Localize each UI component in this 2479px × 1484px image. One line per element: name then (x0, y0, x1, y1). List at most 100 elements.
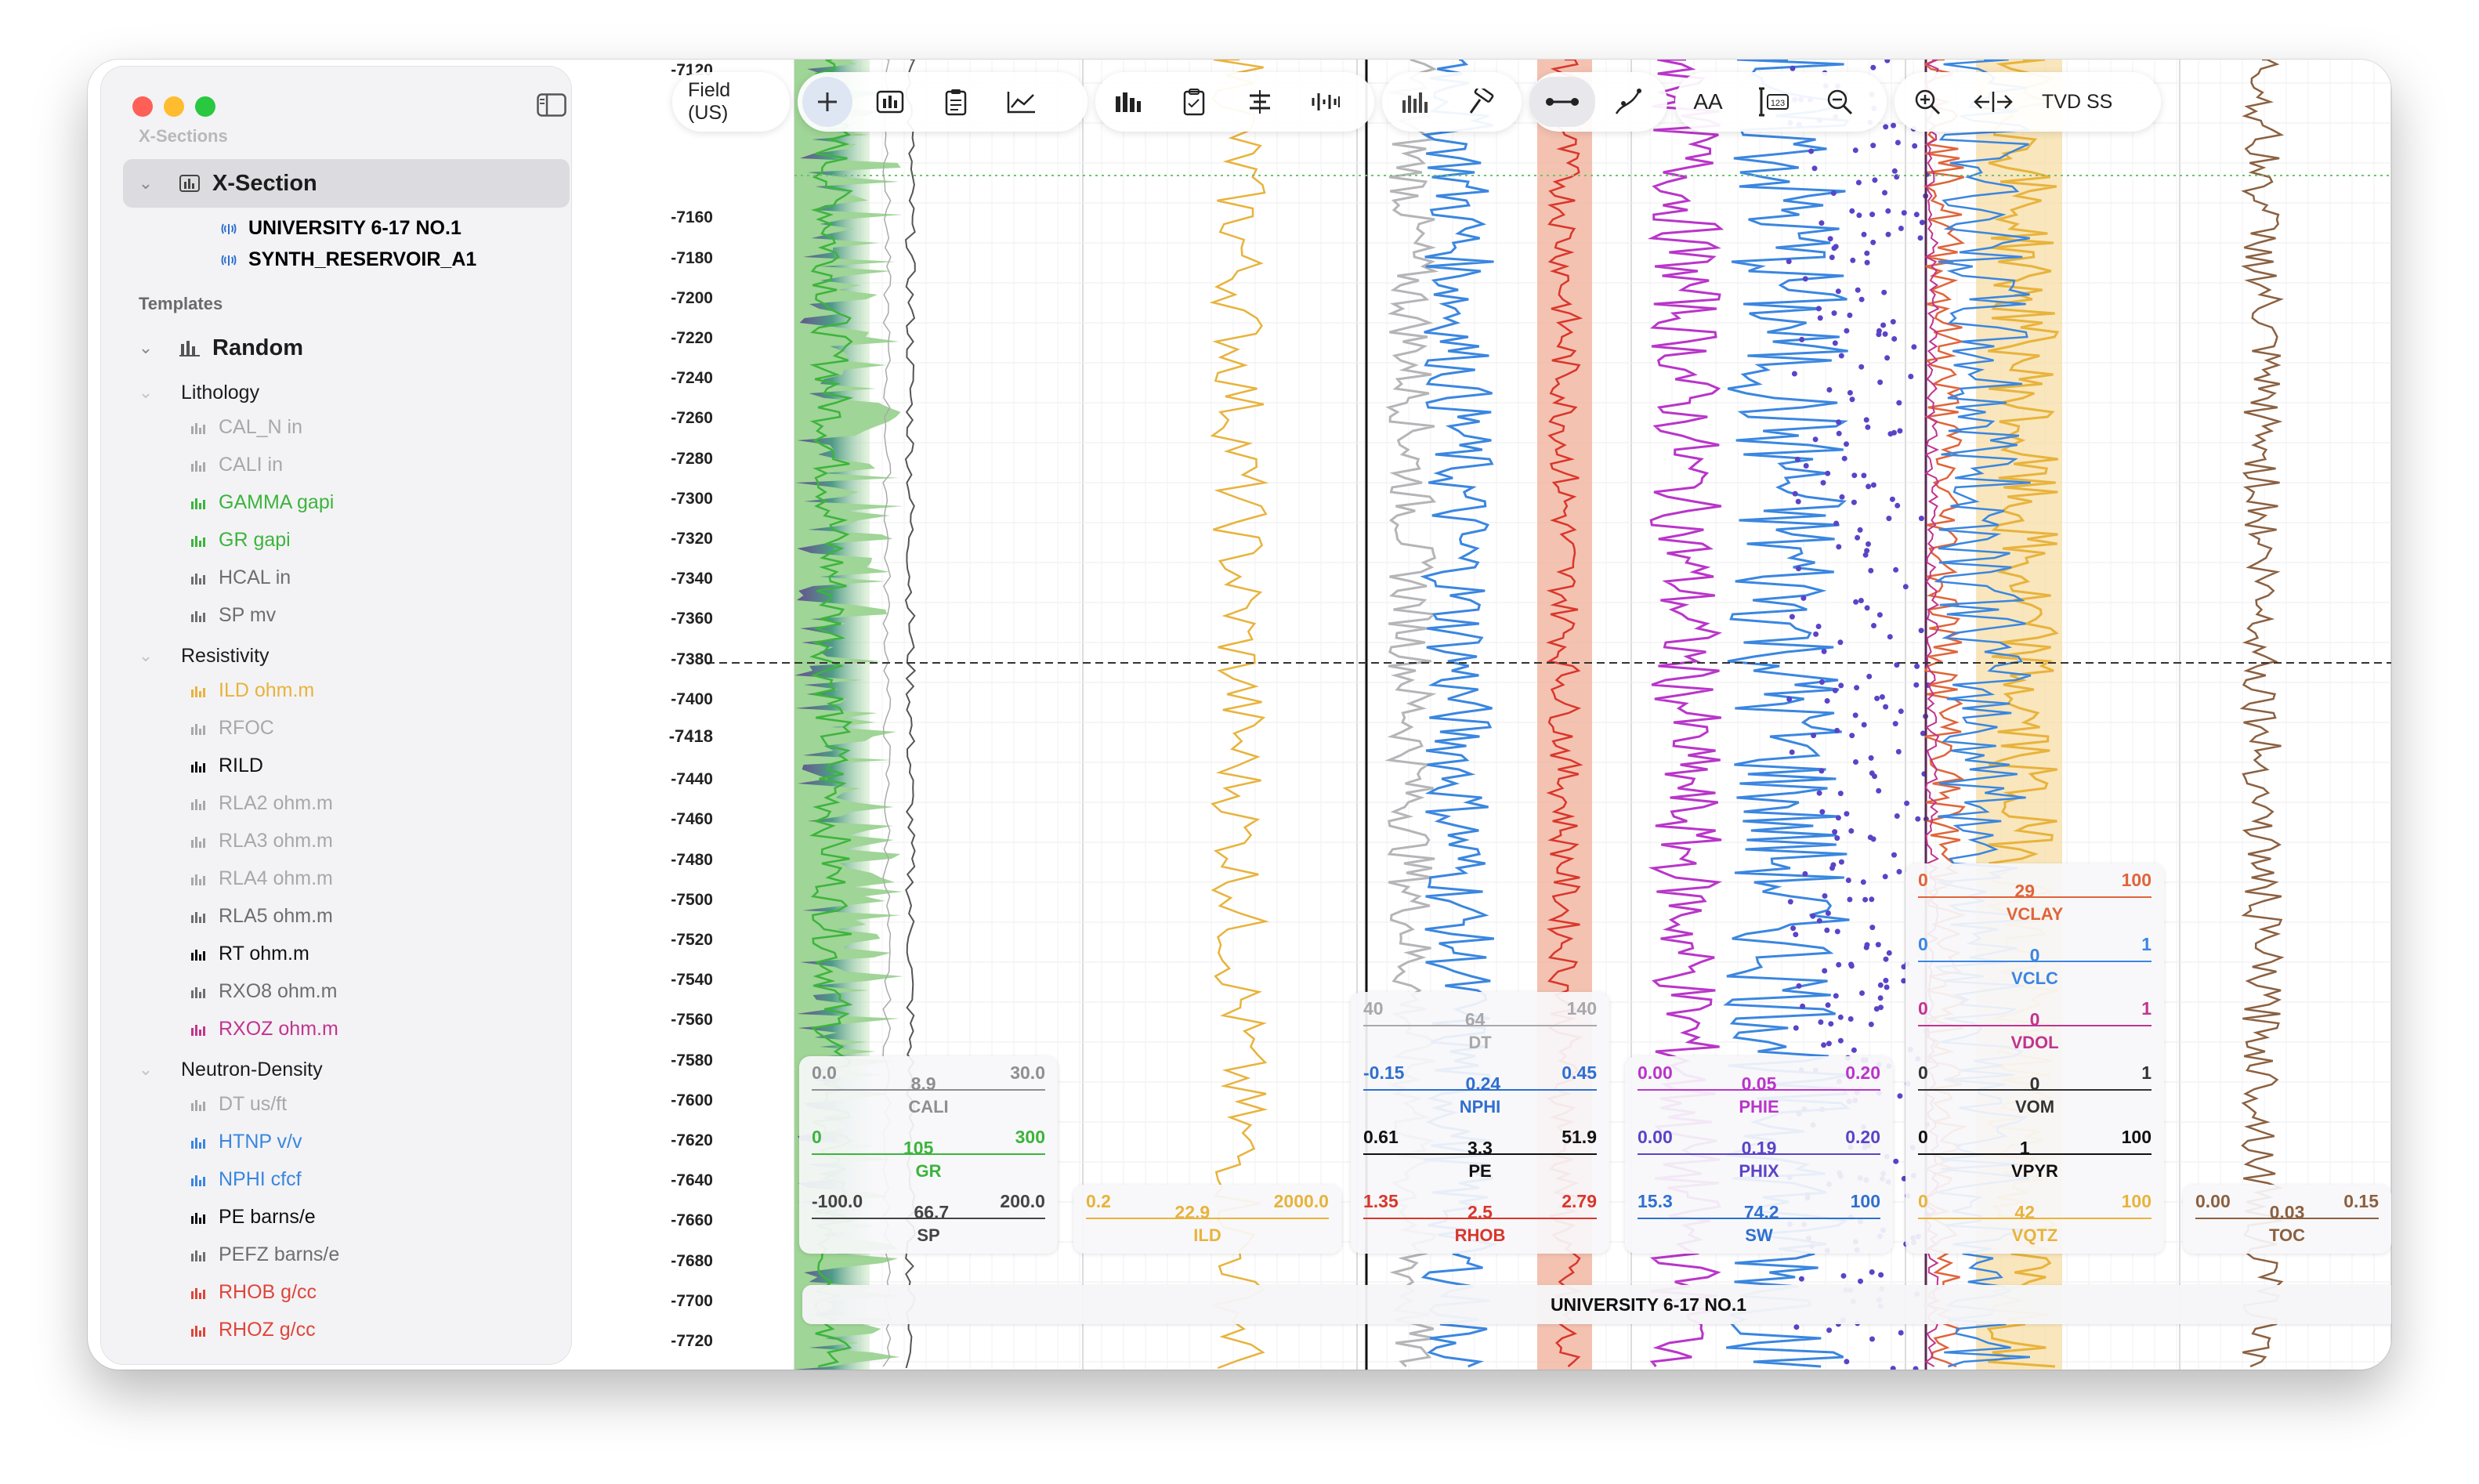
phix-point (1884, 984, 1890, 990)
curve-item[interactable]: RT ohm.m (190, 943, 309, 965)
phix-point (1887, 634, 1893, 640)
curve-item[interactable]: RLA2 ohm.m (190, 792, 333, 815)
line-segment-button[interactable] (1529, 77, 1595, 127)
sidebar-item-xsection[interactable]: ⌄ X-Section (123, 159, 570, 208)
curve-item[interactable]: RHOB g/cc (190, 1281, 317, 1304)
legend-row[interactable]: 1.35 2.5 2.79 RHOB (1363, 1185, 1597, 1249)
waveform-button[interactable] (1293, 77, 1359, 127)
curve-item[interactable]: ILD ohm.m (190, 679, 314, 702)
chevron-down-icon[interactable]: ⌄ (134, 646, 157, 666)
phix-point (1885, 208, 1891, 214)
curve-label: RLA2 ohm.m (219, 792, 333, 814)
stats-button[interactable] (1382, 77, 1448, 127)
legend-track2[interactable]: 0.2 22.9 2000.0 ILD (1073, 1185, 1341, 1254)
legend-track4[interactable]: 0.00 0.05 0.20 PHIE 0.00 0.19 0.20 PHIX 15.3 74.2… (1625, 1056, 1893, 1254)
sidebar-group-lithology[interactable]: ⌄ Lithology (123, 374, 570, 411)
log-plot-area[interactable]: -7120 -7160 -7180 -7200 -7220 -7240 -7260 -7280… (581, 60, 2391, 1370)
sidebar-group-resistivity[interactable]: ⌄ Resistivity (123, 637, 570, 675)
legend-row[interactable]: 0.00 0.05 0.20 PHIE (1638, 1056, 1880, 1120)
legend-row[interactable]: -100.0 66.7 200.0 SP (812, 1185, 1045, 1249)
report-button[interactable] (1161, 77, 1227, 127)
curve-icon (191, 949, 205, 961)
depth-mode-selector[interactable]: TVD SS (2026, 91, 2128, 114)
hammer-button[interactable] (1448, 77, 1514, 127)
minimize-window-button[interactable] (164, 96, 184, 117)
legend-track3[interactable]: 40 64 140 DT -0.15 0.24 0.45 NPHI 0.61 3.3 51.9 PE 1… (1351, 992, 1609, 1254)
curve-item[interactable]: RXO8 ohm.m (190, 980, 337, 1003)
legend-row[interactable]: 0 0 1 VCLC (1918, 928, 2151, 992)
legend-row[interactable]: 0 42 100 VQTZ (1918, 1185, 2151, 1249)
curve-item[interactable]: CALI in (190, 454, 283, 476)
expand-horizontal-button[interactable] (1960, 77, 2026, 127)
phix-point (1868, 567, 1874, 574)
curve-item[interactable]: PE barns/e (190, 1206, 316, 1229)
curve-item[interactable]: RHOZ g/cc (190, 1319, 316, 1341)
curve-label: RILD (219, 755, 263, 776)
close-window-button[interactable] (132, 96, 153, 117)
curve-item[interactable]: RLA5 ohm.m (190, 905, 333, 928)
curve-item[interactable]: HCAL in (190, 566, 291, 589)
curve-item[interactable]: RFOC (190, 717, 274, 740)
legend-cur: 0.05 (1741, 1073, 1777, 1094)
curve-item[interactable]: RLA3 ohm.m (190, 830, 333, 852)
zoom-in-button[interactable] (1895, 77, 1960, 127)
chevron-down-icon[interactable]: ⌄ (134, 338, 157, 358)
phix-point (1864, 259, 1870, 266)
svg-text:123: 123 (1771, 99, 1785, 108)
legend-track6[interactable]: 0.00 0.03 0.15 TOC (2183, 1185, 2391, 1254)
add-button[interactable] (802, 77, 852, 127)
numeric-ruler-button[interactable]: 123 (1741, 77, 1807, 127)
phix-point (1866, 483, 1872, 490)
curve-item[interactable]: DT us/ft (190, 1093, 287, 1116)
units-selector[interactable]: Field (US) (672, 79, 790, 125)
chevron-down-icon[interactable]: ⌄ (134, 382, 157, 403)
clipboard-button[interactable] (923, 77, 989, 127)
bar-chart-button[interactable] (857, 77, 923, 127)
legend-track5[interactable]: 0 29 100 VCLAY 0 0 1 VCLC 0 0 1 VDOL 0 0 1 VOM 0 1 100 VPYR… (1905, 863, 2164, 1254)
curve-pen-button[interactable] (1595, 77, 1661, 127)
sidebar-group-neutron-density[interactable]: ⌄ Neutron-Density (123, 1051, 570, 1088)
histogram-button[interactable] (1095, 77, 1161, 127)
well-name-bar[interactable]: UNIVERSITY 6-17 NO.1 (802, 1285, 2391, 1324)
curve-item[interactable]: NPHI cfcf (190, 1168, 302, 1191)
curve-item[interactable]: PEFZ barns/e (190, 1243, 339, 1266)
text-size-button[interactable]: AA (1675, 77, 1741, 127)
phix-point (1886, 950, 1892, 956)
curve-item[interactable]: GAMMA gapi (190, 491, 334, 514)
curve-item[interactable]: SP mv (190, 604, 276, 627)
zoom-out-button[interactable] (1807, 77, 1873, 127)
legend-row[interactable]: 40 64 140 DT (1363, 992, 1597, 1056)
sidebar-toggle-icon[interactable] (537, 93, 566, 117)
chevron-down-icon[interactable]: ⌄ (134, 1059, 157, 1080)
curve-item[interactable]: RLA4 ohm.m (190, 867, 333, 890)
chevron-down-icon[interactable]: ⌄ (134, 173, 157, 194)
sidebar-well-item[interactable]: UNIVERSITY 6-17 NO.1 (220, 217, 461, 240)
legend-row[interactable]: 0.2 22.9 2000.0 ILD (1086, 1185, 1329, 1249)
legend-row[interactable]: -0.15 0.24 0.45 NPHI (1363, 1056, 1597, 1120)
legend-row[interactable]: 0.0 8.9 30.0 CALI (812, 1056, 1045, 1120)
legend-row[interactable]: 0 29 100 VCLAY (1918, 863, 2151, 928)
curve-item[interactable]: RXOZ ohm.m (190, 1018, 338, 1041)
legend-row[interactable]: 15.3 74.2 100 SW (1638, 1185, 1880, 1249)
curve-item[interactable]: HTNP v/v (190, 1131, 302, 1153)
phix-point (1819, 679, 1825, 685)
curve-item[interactable]: GR gapi (190, 529, 291, 552)
toolbar-group-5: AA 123 (1675, 72, 1887, 132)
line-chart-button[interactable] (989, 77, 1055, 127)
zoom-window-button[interactable] (195, 96, 215, 117)
curve-item[interactable]: RILD (190, 755, 263, 777)
curve-item[interactable]: CAL_N in (190, 416, 302, 439)
sidebar-well-item[interactable]: SYNTH_RESERVOIR_A1 (220, 248, 476, 271)
legend-row[interactable]: 0.61 3.3 51.9 PE (1363, 1120, 1597, 1185)
sidebar-item-template[interactable]: ⌄ Random (123, 324, 570, 372)
legend-row[interactable]: 0.00 0.03 0.15 TOC (2195, 1185, 2379, 1249)
legend-row[interactable]: 0 1 100 VPYR (1918, 1120, 2151, 1185)
legend-row[interactable]: 0.00 0.19 0.20 PHIX (1638, 1120, 1880, 1185)
curve-label: ILD ohm.m (219, 679, 315, 701)
align-button[interactable] (1227, 77, 1293, 127)
phix-point (1884, 355, 1891, 361)
legend-track1[interactable]: 0.0 8.9 30.0 CALI 0 105 300 GR -100.0 66.7 200.0 SP (799, 1056, 1058, 1254)
legend-row[interactable]: 0 105 300 GR (812, 1120, 1045, 1185)
legend-row[interactable]: 0 0 1 VOM (1918, 1056, 2151, 1120)
legend-row[interactable]: 0 0 1 VDOL (1918, 992, 2151, 1056)
